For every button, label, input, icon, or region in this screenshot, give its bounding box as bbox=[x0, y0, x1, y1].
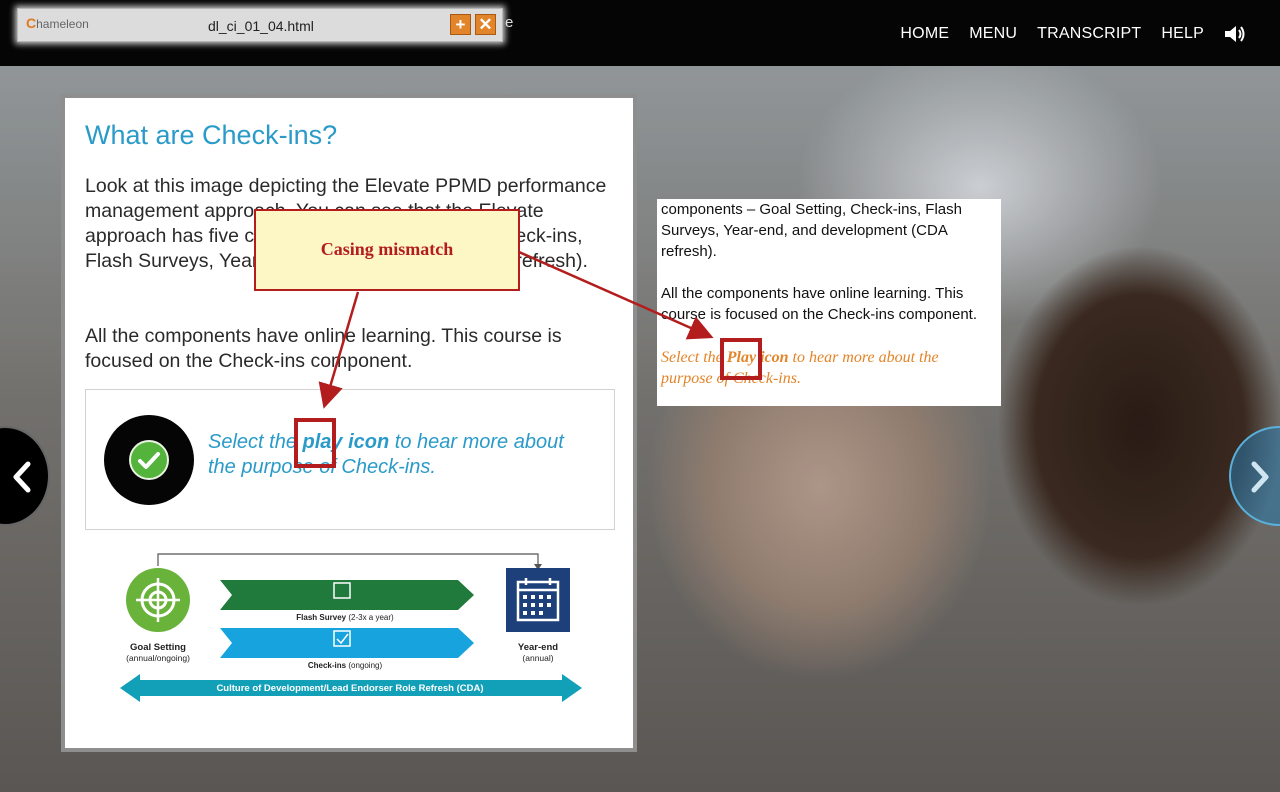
annotation-label: Casing mismatch bbox=[320, 239, 454, 259]
snippet-play-instruction: Select the Play icon to hear more about … bbox=[661, 349, 939, 387]
recorder-toolbar: Chameleon dl_ci_01_04.html + ✕ bbox=[17, 8, 503, 42]
flash-survey-label: Flash Survey (2-3x a year) bbox=[296, 613, 394, 622]
checkmark-icon bbox=[129, 440, 169, 480]
page-title: What are Check-ins? bbox=[85, 120, 338, 150]
goal-setting-label: Goal Setting (annual/ongoing) bbox=[126, 642, 190, 663]
obscured-title-fragment: e bbox=[505, 14, 514, 31]
speaker-icon[interactable] bbox=[1224, 24, 1246, 44]
chevron-left-icon bbox=[13, 461, 31, 493]
target-icon bbox=[126, 568, 190, 632]
audio-prompt-box: Select the play icon to hear more about … bbox=[85, 389, 615, 530]
content-card: What are Check-ins? Look at this image d… bbox=[61, 94, 637, 752]
year-end-label: Year-end (annual) bbox=[517, 642, 559, 663]
cda-label: Culture of Development/Lead Endorser Rol… bbox=[216, 683, 484, 694]
transcript-snippet: components – Goal Setting, Check-ins, Fl… bbox=[657, 199, 1001, 406]
elevate-diagram: Goal Setting (annual/ongoing) Flash Surve… bbox=[120, 550, 600, 720]
nav-transcript[interactable]: TRANSCRIPT bbox=[1037, 25, 1141, 43]
nav-menu[interactable]: MENU bbox=[969, 25, 1017, 43]
highlight-box-card bbox=[294, 418, 336, 468]
snippet-components-text: components – Goal Setting, Check-ins, Fl… bbox=[661, 201, 962, 260]
checkins-label: Check-ins (ongoing) bbox=[307, 661, 383, 670]
chevron-right-icon bbox=[1251, 461, 1269, 493]
highlight-box-snippet bbox=[720, 338, 762, 380]
chameleon-logo: Chameleon bbox=[26, 15, 89, 31]
file-name: dl_ci_01_04.html bbox=[208, 18, 314, 34]
nav-help[interactable]: HELP bbox=[1161, 25, 1204, 43]
plus-icon[interactable]: + bbox=[450, 14, 471, 35]
play-instruction: Select the play icon to hear more about … bbox=[208, 431, 564, 478]
annotation-callout: Casing mismatch bbox=[254, 209, 520, 291]
play-button[interactable] bbox=[104, 415, 194, 505]
calendar-icon bbox=[506, 568, 570, 632]
nav-home[interactable]: HOME bbox=[900, 25, 949, 43]
top-nav: HOME MENU TRANSCRIPT HELP bbox=[900, 24, 1246, 44]
close-icon[interactable]: ✕ bbox=[475, 14, 496, 35]
focus-paragraph: All the components have online learning.… bbox=[85, 325, 562, 372]
snippet-focus-text: All the components have online learning.… bbox=[661, 285, 978, 323]
